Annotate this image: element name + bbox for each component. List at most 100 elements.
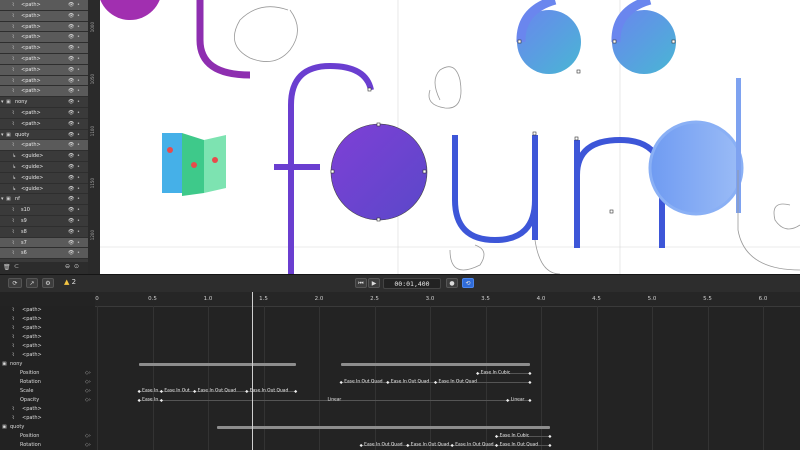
layer-row[interactable]: ↳ <guide> 👁 • xyxy=(0,173,88,184)
track-row[interactable]: Position ◇› xyxy=(0,432,95,441)
visibility-icon[interactable]: 👁 xyxy=(68,218,74,224)
layer-row[interactable]: ⌇ <path> 👁 • xyxy=(0,43,88,54)
layer-row[interactable]: ↳ <guide> 👁 • xyxy=(0,184,88,195)
lock-dot-icon[interactable]: • xyxy=(77,45,80,51)
layer-row[interactable]: ⌇ <path> 👁 • xyxy=(0,64,88,76)
keyframe-diamond[interactable]: ◆ xyxy=(386,380,389,385)
layer-row[interactable]: ↳ <guide> 👁 • xyxy=(0,151,88,162)
keyframe-diamond[interactable]: ◆ xyxy=(138,398,141,403)
keyframe-diamond[interactable]: ◆ xyxy=(245,389,248,394)
purple-hook[interactable] xyxy=(196,0,251,79)
playhead[interactable] xyxy=(252,292,254,450)
visibility-icon[interactable]: 👁 xyxy=(68,164,74,170)
track-row[interactable]: ⌇ <path> xyxy=(0,315,95,324)
play-button[interactable]: ▶ xyxy=(368,278,380,288)
layer-row[interactable]: ⌇ <path> 👁 • xyxy=(0,21,88,33)
group-duration-bar[interactable] xyxy=(216,425,550,429)
rotate-view-icon[interactable]: ⟳ xyxy=(8,278,22,288)
spiral-guide[interactable] xyxy=(233,6,298,62)
keyframe-nav-icon[interactable]: ◇› xyxy=(85,441,91,450)
keyframe-diamond[interactable]: ◆ xyxy=(528,380,531,385)
visibility-icon[interactable]: 👁 xyxy=(68,13,74,19)
visibility-icon[interactable]: 👁 xyxy=(68,186,74,192)
letter-u[interactable] xyxy=(452,135,538,244)
link-icon[interactable]: ⊂ xyxy=(14,263,19,270)
letter-d-bowl[interactable] xyxy=(648,120,744,216)
compare-icon[interactable]: ⊖ xyxy=(65,263,70,270)
lock-dot-icon[interactable]: • xyxy=(77,56,80,62)
settings-icon[interactable]: ⚙ xyxy=(42,278,54,288)
keyframe-diamond[interactable]: ◆ xyxy=(506,398,509,403)
export-icon[interactable]: ↗ xyxy=(26,278,38,288)
keyframe-nav-icon[interactable]: ◇› xyxy=(85,369,91,378)
artwork-svg[interactable] xyxy=(100,0,800,274)
keyframe-diamond[interactable]: ◆ xyxy=(360,443,363,448)
time-ruler[interactable]: 0 0.5 1.0 1.5 2.0 2.5 3.0 3.5 4.0 4.5 5.0 5.5 6.0 xyxy=(95,292,800,307)
keyframe-diamond[interactable]: ◆ xyxy=(406,443,409,448)
more-icon[interactable]: ⊙ xyxy=(74,263,79,270)
track-row[interactable]: ⌇ <path> xyxy=(0,324,95,333)
layer-row[interactable]: ⌇ <path> 👁 • xyxy=(0,75,88,87)
layer-row[interactable]: ⌇ <path> 👁 • xyxy=(0,108,88,119)
keyframe-diamond[interactable]: ◆ xyxy=(548,443,551,448)
keyframe-diamond[interactable]: ◆ xyxy=(160,389,163,394)
visibility-icon[interactable]: 👁 xyxy=(68,45,74,51)
layer-row[interactable]: ⌇ s8 👁 • xyxy=(0,227,88,238)
skip-back-button[interactable]: ⏮ xyxy=(355,278,367,288)
lock-dot-icon[interactable]: • xyxy=(77,250,80,256)
purple-blob[interactable] xyxy=(100,0,162,20)
letter-f-crossbar[interactable] xyxy=(274,164,320,170)
lock-dot-icon[interactable]: • xyxy=(77,186,80,192)
lock-dot-icon[interactable]: • xyxy=(77,121,80,127)
keyframe-diamond[interactable]: ◆ xyxy=(294,389,297,394)
visibility-icon[interactable]: 👁 xyxy=(68,2,74,8)
keyframe-nav-icon[interactable]: ◇› xyxy=(85,396,91,405)
keyframe-diamond[interactable]: ◆ xyxy=(476,371,479,376)
lock-dot-icon[interactable]: • xyxy=(77,196,80,202)
track-row[interactable]: ⌇ <path> xyxy=(0,405,95,414)
track-row[interactable]: Rotation ◇› xyxy=(0,441,95,450)
track-row[interactable]: ⌇ <path> xyxy=(0,351,95,360)
lock-dot-icon[interactable]: • xyxy=(77,175,80,181)
layer-row[interactable]: ⌇ s9 👁 • xyxy=(0,216,88,227)
warning-indicator[interactable]: ▲ 2 xyxy=(64,278,76,286)
visibility-icon[interactable]: 👁 xyxy=(68,229,74,235)
layer-row[interactable]: ▾ ▣ nony 👁 • xyxy=(0,97,88,108)
keyframe-diamond[interactable]: ◆ xyxy=(495,434,498,439)
track-row[interactable]: Scale ◇› xyxy=(0,387,95,396)
lock-dot-icon[interactable]: • xyxy=(77,229,80,235)
visibility-icon[interactable]: 👁 xyxy=(68,24,74,30)
track-row[interactable]: Opacity ◇› xyxy=(0,396,95,405)
loop-button[interactable]: ⟲ xyxy=(462,278,474,288)
layer-row[interactable]: ⌇ s7 👁 • xyxy=(0,237,88,249)
lock-dot-icon[interactable]: • xyxy=(77,207,80,213)
lock-dot-icon[interactable]: • xyxy=(77,153,80,159)
lock-dot-icon[interactable]: • xyxy=(77,240,80,246)
letter-d-stem[interactable] xyxy=(736,78,741,213)
lock-dot-icon[interactable]: • xyxy=(77,13,80,19)
visibility-icon[interactable]: 👁 xyxy=(68,67,74,73)
visibility-icon[interactable]: 👁 xyxy=(68,99,74,105)
layer-row[interactable]: ▾ ▣ quoty 👁 • xyxy=(0,130,88,141)
layer-row[interactable]: ⌇ <path> 👁 • xyxy=(0,10,88,22)
trash-icon[interactable]: 🗑 xyxy=(3,264,11,271)
visibility-icon[interactable]: 👁 xyxy=(68,110,74,116)
track-row[interactable]: ⌇ <path> xyxy=(0,306,95,315)
keyframe-diamond[interactable]: ◆ xyxy=(434,380,437,385)
keyframe-diamond[interactable]: ◆ xyxy=(528,398,531,403)
visibility-icon[interactable]: 👁 xyxy=(68,121,74,127)
expand-icon[interactable]: ▾ xyxy=(1,196,4,202)
keyframe-diamond[interactable]: ◆ xyxy=(138,389,141,394)
visibility-icon[interactable]: 👁 xyxy=(68,56,74,62)
track-row[interactable]: ▣ quoty xyxy=(0,423,95,432)
artboard-canvas[interactable] xyxy=(100,0,800,274)
track-row[interactable]: Position ◇› xyxy=(0,369,95,378)
lock-dot-icon[interactable]: • xyxy=(77,24,80,30)
lock-dot-icon[interactable]: • xyxy=(77,142,80,148)
keyframe-diamond[interactable]: ◆ xyxy=(451,443,454,448)
track-row[interactable]: ⌇ <path> xyxy=(0,333,95,342)
track-row[interactable]: ▣ nony xyxy=(0,360,95,369)
visibility-icon[interactable]: 👁 xyxy=(68,240,74,246)
track-row[interactable]: ⌇ <path> xyxy=(0,342,95,351)
lock-dot-icon[interactable]: • xyxy=(77,88,80,94)
